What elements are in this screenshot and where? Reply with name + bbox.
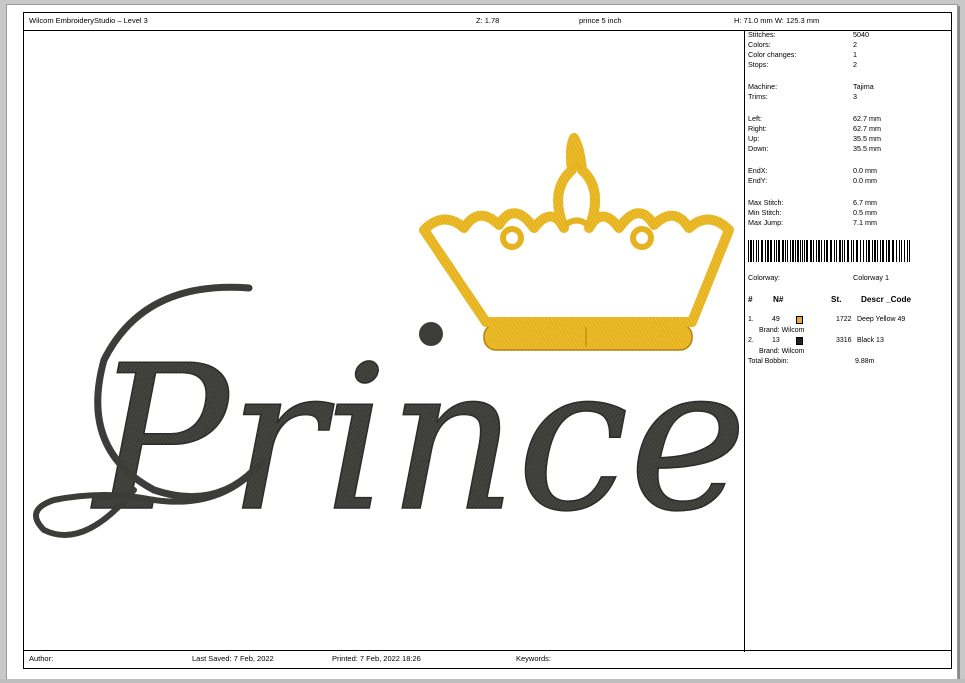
stat-label: EndX:: [748, 166, 768, 175]
barcode: [748, 240, 910, 262]
stat-value: 0.0 mm: [853, 166, 877, 175]
app-title: Wilcom EmbroideryStudio – Level 3: [29, 16, 148, 25]
print-preview-sheet: Wilcom EmbroideryStudio – Level 3 Z: 1.7…: [6, 4, 958, 680]
stat-label: Machine:: [748, 82, 778, 91]
stat-row: Down: 35.5 mm: [748, 144, 948, 154]
color-swatch: [796, 316, 803, 324]
color-table-header-num: #: [748, 295, 753, 304]
worksheet-footer: Author: Last Saved: 7 Feb, 2022 Printed:…: [24, 650, 951, 668]
stat-row: Machine: Tajima: [748, 82, 948, 92]
window-bottom-edge: [0, 679, 965, 683]
design-text: Prince: [90, 323, 744, 556]
stat-row: Colors: 2: [748, 40, 948, 50]
stat-value: 6.7 mm: [853, 198, 877, 207]
stat-row: Trims: 3: [748, 92, 948, 102]
stat-row: EndY: 0.0 mm: [748, 176, 948, 186]
design-name: prince 5 inch: [579, 16, 622, 25]
stat-label: Up:: [748, 134, 760, 143]
printed-date: Printed: 7 Feb, 2022 18:26: [332, 654, 421, 663]
worksheet-header: Wilcom EmbroideryStudio – Level 3 Z: 1.7…: [24, 13, 951, 31]
design-dimensions: H: 71.0 mm W: 125.3 mm: [734, 16, 820, 25]
embroidery-design-canvas: Prince: [33, 133, 744, 557]
color-row-index: 2.: [748, 337, 754, 344]
stat-label: Color changes:: [748, 50, 797, 59]
color-row-description: Black 13: [857, 337, 884, 344]
color-row-number: 49: [772, 316, 780, 323]
stat-label: Trims:: [748, 92, 768, 101]
stat-value: 5040: [853, 30, 869, 39]
author-label: Author:: [29, 654, 54, 663]
crown-motif: [419, 133, 734, 351]
stat-value: 1: [853, 50, 857, 59]
stat-value: 62.7 mm: [853, 114, 881, 123]
stat-value: 35.5 mm: [853, 144, 881, 153]
color-table-header-st: St.: [831, 295, 842, 304]
stat-label: Stops:: [748, 60, 769, 69]
stat-row: Left: 62.7 mm: [748, 114, 948, 124]
stat-value: 35.5 mm: [853, 134, 881, 143]
stat-row: Max Jump: 7.1 mm: [748, 218, 948, 228]
stat-label: Max Jump:: [748, 218, 784, 227]
color-row-number: 13: [772, 337, 780, 344]
color-table-header-descr: Descr _Code: [861, 295, 912, 304]
last-saved: Last Saved: 7 Feb, 2022: [192, 654, 274, 663]
stat-label: EndY:: [748, 176, 768, 185]
stat-value: 0.0 mm: [853, 176, 877, 185]
color-row-index: 1.: [748, 316, 754, 323]
stat-value: 2: [853, 40, 857, 49]
stat-label: Stitches:: [748, 30, 776, 39]
stat-value: 62.7 mm: [853, 124, 881, 133]
worksheet-frame: Wilcom EmbroideryStudio – Level 3 Z: 1.7…: [23, 12, 952, 669]
stat-label: Min Stitch:: [748, 208, 782, 217]
colorway-label: Colorway:: [748, 273, 780, 282]
stat-label: Left:: [748, 114, 762, 123]
colorway-value: Colorway 1: [853, 273, 889, 282]
prince-lettering: Prince: [33, 283, 744, 557]
stat-value: 3: [853, 92, 857, 101]
colorway-row: Colorway: Colorway 1: [748, 273, 948, 283]
stat-value: 2: [853, 60, 857, 69]
stat-row: Color changes: 1: [748, 50, 948, 60]
stat-row: Stops: 2: [748, 60, 948, 70]
color-swatch: [796, 337, 803, 345]
stat-label: Down:: [748, 144, 769, 153]
stat-label: Colors:: [748, 40, 771, 49]
total-bobbin-label: Total Bobbin:: [748, 358, 789, 365]
stat-row: Up: 35.5 mm: [748, 134, 948, 144]
stat-row: Right: 62.7 mm: [748, 124, 948, 134]
color-row-stitches: 3316: [836, 337, 852, 344]
stat-row: EndX: 0.0 mm: [748, 166, 948, 176]
stat-row: Stitches: 5040: [748, 30, 948, 40]
stat-row: Min Stitch: 0.5 mm: [748, 208, 948, 218]
total-bobbin-value: 9.88m: [855, 358, 875, 365]
design-preview: Prince: [24, 30, 745, 652]
color-row-description: Deep Yellow 49: [857, 316, 906, 323]
stat-value: 7.1 mm: [853, 218, 877, 227]
zoom-readout: Z: 1.78: [476, 16, 500, 25]
keywords-label: Keywords:: [516, 654, 552, 663]
stat-row: Max Stitch: 6.7 mm: [748, 198, 948, 208]
color-table-header-n: N#: [773, 295, 784, 304]
color-row-stitches: 1722: [836, 316, 852, 323]
stat-value: Tajima: [853, 82, 874, 91]
i-dot: [419, 322, 443, 346]
stat-label: Max Stitch:: [748, 198, 784, 207]
stat-value: 0.5 mm: [853, 208, 877, 217]
stat-label: Right:: [748, 124, 767, 133]
color-row-brand: Brand: Wilcom: [759, 348, 805, 355]
color-row-brand: Brand: Wilcom: [759, 327, 805, 334]
stitch-info-panel: Stitches: 5040 Colors: 2 Color changes: 1 Stop…: [745, 30, 951, 652]
